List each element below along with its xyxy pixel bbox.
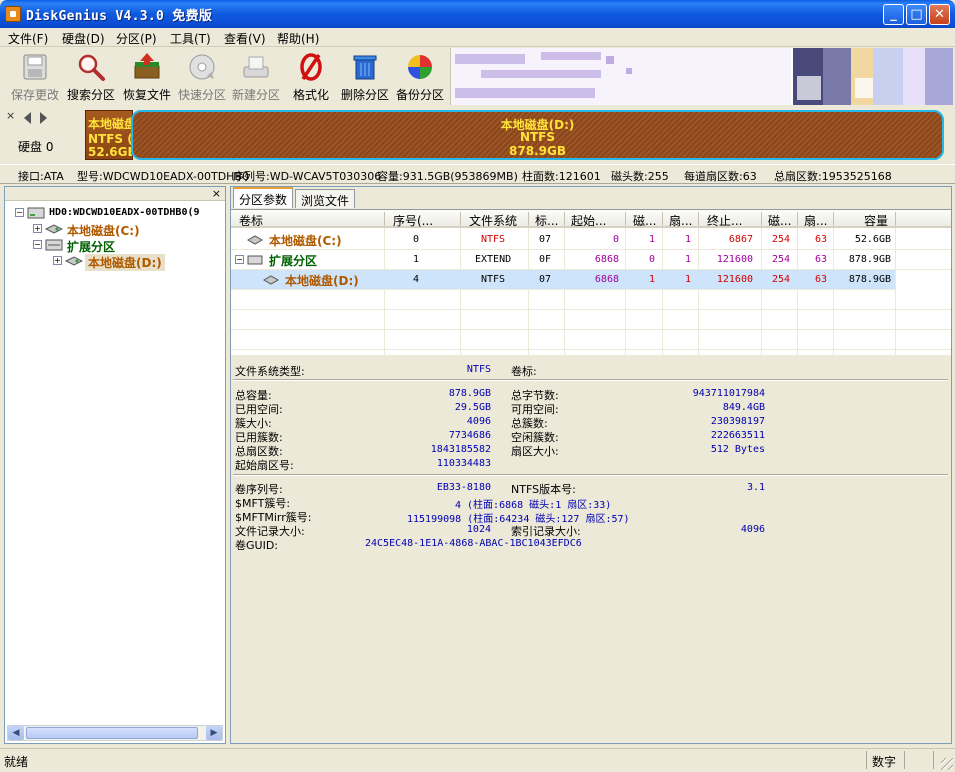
recover-files-button[interactable]: 恢复文件: [121, 50, 173, 104]
collapse-icon[interactable]: −: [33, 240, 42, 249]
partition-detail-pane: 分区参数 浏览文件 卷标 序号(... 文件系统 标... 起始... 磁...…: [230, 186, 952, 744]
format-button[interactable]: 格式化: [288, 50, 334, 104]
table-row-selected[interactable]: 本地磁盘(D:) 4 NTFS 07 6868 1 1 121600 254 6…: [231, 270, 895, 290]
menu-partition[interactable]: 分区(P): [116, 30, 157, 47]
menu-help[interactable]: 帮助(H): [277, 30, 319, 47]
title-bar: DiskGenius V4.3.0 免费版 _ □ ✕: [0, 0, 955, 28]
close-diskbar-icon[interactable]: ×: [6, 109, 15, 122]
disc-icon: [189, 54, 215, 80]
filesystem-details: 文件系统类型: NTFS 卷标: 总容量: 878.9GB 总字节数: 9437…: [231, 357, 951, 743]
volume-icon: [45, 224, 63, 234]
table-header: 卷标 序号(... 文件系统 标... 起始... 磁... 扇... 终止..…: [231, 210, 951, 228]
volume-icon: [247, 235, 263, 245]
tree-node-disk0[interactable]: − HD0:WDCWD10EADX-00TDHB0(9: [15, 206, 225, 220]
format-icon: [300, 53, 322, 81]
menu-disk[interactable]: 硬盘(D): [62, 30, 105, 47]
capacity-info: 容量:931.5GB(953869MB): [377, 170, 518, 183]
backup-icon: [408, 55, 432, 79]
hard-disk-icon: [27, 207, 45, 219]
minimize-button[interactable]: _: [883, 4, 904, 25]
expand-icon[interactable]: +: [33, 224, 42, 233]
volume-icon: [65, 256, 83, 266]
delete-partition-button[interactable]: 删除分区: [340, 50, 390, 104]
maximize-button[interactable]: □: [906, 4, 927, 25]
sectors-per-track-info: 每道扇区数:63: [684, 170, 757, 183]
col-capacity[interactable]: 容量: [864, 212, 888, 229]
numlock-indicator: 数字: [872, 755, 897, 769]
banner-graphic: [451, 48, 953, 105]
ad-banner[interactable]: [450, 48, 953, 105]
col-start-cyl[interactable]: 起始...: [571, 212, 623, 229]
menu-tools[interactable]: 工具(T): [170, 30, 211, 47]
menu-view[interactable]: 查看(V): [224, 30, 266, 47]
table-row[interactable]: 本地磁盘(C:) 0 NTFS 07 0 1 1 6867 254 63 52.…: [231, 230, 951, 250]
col-end-cyl[interactable]: 终止...: [707, 212, 757, 229]
tree-pane-header: ×: [5, 187, 225, 201]
col-end-head[interactable]: 磁...: [768, 212, 794, 229]
disk-info-line: 接口:ATA 型号:WDCWD10EADX-00TDHB0 序列号:WD-WCA…: [0, 164, 955, 184]
disk-tree-pane: × − HD0:WDCWD10EADX-00TDHB0(9 + 本地磁盘(C:)…: [4, 186, 226, 744]
partition-c-block[interactable]: 本地磁盘(C:) NTFS (活动) 52.6GB: [85, 110, 133, 160]
tree-node-extended[interactable]: − 扩展分区: [33, 238, 183, 254]
volume-icon: [263, 275, 279, 285]
cylinders-info: 柱面数:121601: [522, 170, 601, 183]
expand-icon[interactable]: +: [53, 256, 62, 265]
close-button[interactable]: ✕: [929, 4, 950, 25]
col-start-sector[interactable]: 扇...: [669, 212, 695, 229]
col-start-head[interactable]: 磁...: [633, 212, 659, 229]
total-sectors-info: 总扇区数:1953525168: [774, 170, 892, 183]
magnifier-icon: [78, 54, 105, 81]
menu-file[interactable]: 文件(F): [8, 30, 48, 47]
prev-disk-icon[interactable]: [24, 112, 31, 124]
col-filesystem[interactable]: 文件系统: [469, 212, 517, 229]
extended-partition-icon: [247, 255, 263, 265]
scroll-right-icon[interactable]: ▶: [206, 726, 222, 740]
save-icon: [23, 54, 47, 80]
resize-grip-icon[interactable]: [941, 758, 953, 770]
disk-map-bar: × 硬盘 0 本地磁盘(C:) NTFS (活动) 52.6GB 本地磁盘(D:…: [4, 108, 951, 164]
interface-info: 接口:ATA: [18, 170, 64, 183]
status-bar: 就绪 数字: [0, 748, 955, 772]
scroll-left-icon[interactable]: ◀: [8, 726, 24, 740]
tab-partition-params[interactable]: 分区参数: [233, 187, 294, 208]
partition-d-block[interactable]: 本地磁盘(D:) NTFS 878.9GB: [131, 110, 944, 160]
serial-info: 序列号:WD-WCAV5T030306: [233, 170, 382, 183]
trash-icon: [353, 55, 377, 80]
col-end-sector[interactable]: 扇...: [804, 212, 830, 229]
menu-bar: 文件(F) 硬盘(D) 分区(P) 工具(T) 查看(V) 帮助(H): [0, 28, 955, 47]
search-partition-button[interactable]: 搜索分区: [66, 50, 116, 104]
tree-horizontal-scrollbar[interactable]: ◀ ▶: [7, 725, 223, 741]
heads-info: 磁头数:255: [611, 170, 669, 183]
tree-node-partition-d[interactable]: + 本地磁盘(D:): [53, 254, 178, 271]
extended-partition-icon: [45, 239, 63, 251]
partition-table: 卷标 序号(... 文件系统 标... 起始... 磁... 扇... 终止..…: [231, 209, 951, 356]
disk-label: 硬盘 0: [18, 140, 54, 154]
window-title: DiskGenius V4.3.0 免费版: [26, 9, 213, 24]
new-partition-button[interactable]: 新建分区: [230, 50, 282, 104]
recover-box-icon: [134, 53, 160, 79]
close-tree-icon[interactable]: ×: [212, 187, 221, 200]
col-seq[interactable]: 序号(...: [393, 212, 443, 229]
backup-partition-button[interactable]: 备份分区: [394, 50, 446, 104]
save-changes-button[interactable]: 保存更改: [10, 50, 60, 104]
collapse-icon[interactable]: −: [235, 255, 244, 264]
model-info: 型号:WDCWD10EADX-00TDHB0: [77, 170, 249, 183]
tab-browse-files[interactable]: 浏览文件: [295, 189, 356, 208]
status-text: 就绪: [4, 755, 29, 769]
col-volume-label[interactable]: 卷标: [239, 212, 263, 229]
table-row[interactable]: − 扩展分区 1 EXTEND 0F 6868 0 1 121600 254 6…: [231, 250, 951, 270]
tree-node-partition-c[interactable]: + 本地磁盘(C:): [33, 222, 183, 238]
quick-partition-button[interactable]: 快速分区: [176, 50, 228, 104]
app-icon: [5, 6, 21, 22]
toolbar: 保存更改 搜索分区 恢复文件 快速分区 新建分区 格式化 删除分区 备份分区: [4, 48, 450, 105]
next-disk-icon[interactable]: [40, 112, 47, 124]
scroll-thumb[interactable]: [26, 727, 198, 739]
new-partition-icon: [243, 56, 269, 78]
col-id[interactable]: 标...: [535, 212, 561, 229]
collapse-icon[interactable]: −: [15, 208, 24, 217]
